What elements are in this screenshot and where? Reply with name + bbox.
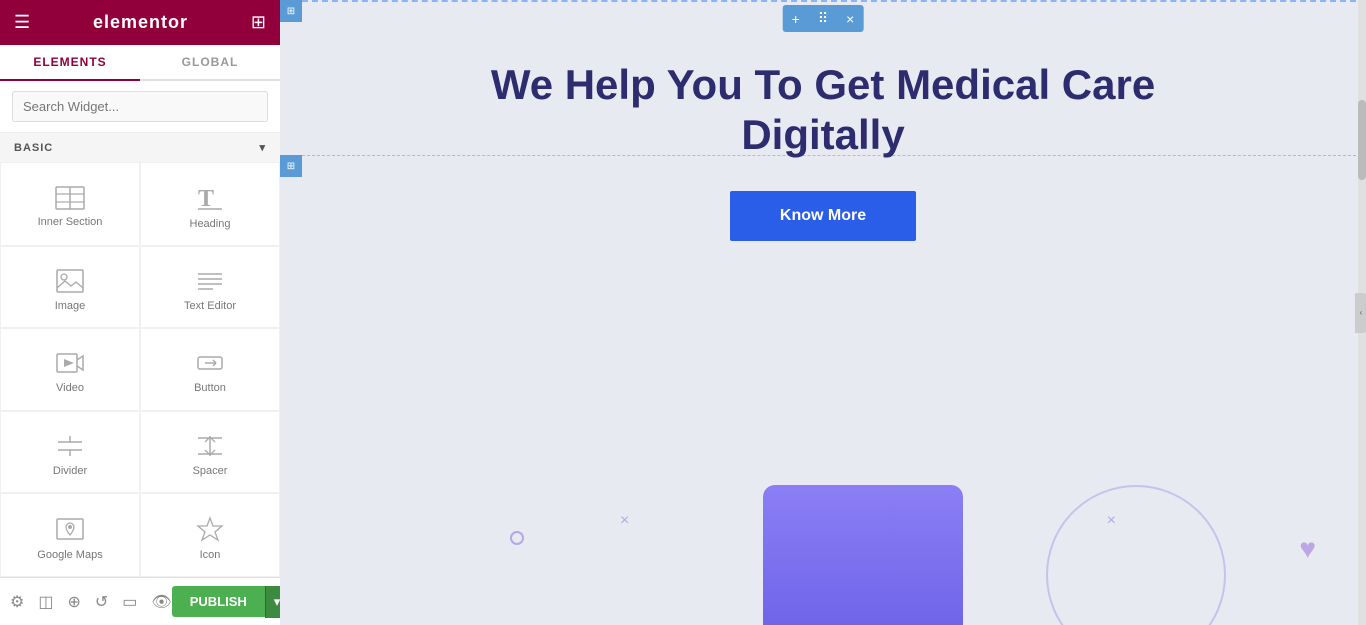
main-heading: We Help You To Get Medical Care Digitall… bbox=[473, 60, 1173, 161]
widget-video-label: Video bbox=[56, 382, 84, 394]
settings-icon[interactable]: ⚙ bbox=[10, 592, 24, 612]
tabs-bar: ELEMENTS GLOBAL bbox=[0, 45, 280, 81]
section-handle-icon: ⊞ bbox=[287, 6, 295, 17]
widget-divider[interactable]: Divider bbox=[0, 411, 140, 493]
widget-icon-label: Icon bbox=[200, 549, 221, 561]
bottom-icons: ⚙ ◫ ⊕ ↺ ▭ 👁 bbox=[10, 592, 172, 612]
main-canvas: + ⠿ × ⊞ ⊞ We Help You To Get Medical Car… bbox=[280, 0, 1366, 625]
section-handle-left: ⊞ bbox=[280, 0, 302, 22]
menu-icon[interactable]: ☰ bbox=[14, 12, 30, 33]
publish-group: PUBLISH ▾ bbox=[172, 586, 289, 618]
widget-text-editor[interactable]: Text Editor bbox=[140, 246, 280, 328]
drag-section-button[interactable]: ⠿ bbox=[809, 5, 837, 32]
section-basic-header[interactable]: BASIC ▾ bbox=[0, 133, 280, 162]
grid-icon[interactable]: ⊞ bbox=[251, 12, 266, 33]
widget-inner-section-label: Inner Section bbox=[38, 216, 103, 228]
widget-video[interactable]: Video bbox=[0, 328, 140, 410]
tab-elements[interactable]: ELEMENTS bbox=[0, 45, 140, 81]
responsive-icon[interactable]: ▭ bbox=[122, 592, 137, 612]
phone-illustration bbox=[763, 485, 963, 625]
add-icon[interactable]: ⊕ bbox=[67, 592, 80, 612]
collapse-icon: ‹ bbox=[1360, 308, 1363, 317]
eye-icon[interactable]: 👁 bbox=[151, 592, 171, 612]
video-icon bbox=[55, 350, 85, 376]
deco-cross-2: × bbox=[1107, 512, 1116, 530]
svg-text:T: T bbox=[198, 186, 214, 212]
button-icon bbox=[195, 350, 225, 376]
know-more-button[interactable]: Know More bbox=[730, 191, 916, 241]
image-icon bbox=[55, 268, 85, 294]
spacer-icon bbox=[195, 433, 225, 459]
tab-global[interactable]: GLOBAL bbox=[140, 45, 280, 81]
publish-button[interactable]: PUBLISH bbox=[172, 586, 265, 617]
layers-icon[interactable]: ◫ bbox=[38, 592, 53, 612]
top-bar: ☰ elementor ⊞ bbox=[0, 0, 280, 45]
deco-cross-1: × bbox=[620, 512, 629, 530]
map-icon bbox=[55, 515, 85, 543]
bottom-bar: ⚙ ◫ ⊕ ↺ ▭ 👁 PUBLISH ▾ bbox=[0, 577, 280, 625]
widget-image-label: Image bbox=[55, 300, 86, 312]
widget-spacer[interactable]: Spacer bbox=[140, 411, 280, 493]
scrollbar-thumb[interactable] bbox=[1358, 100, 1366, 180]
divider-icon bbox=[55, 433, 85, 459]
widgets-grid: Inner Section T Heading Image bbox=[0, 162, 280, 577]
add-section-button[interactable]: + bbox=[783, 6, 809, 32]
delete-section-button[interactable]: × bbox=[837, 6, 863, 32]
section-tools: + ⠿ × bbox=[783, 5, 864, 32]
search-input[interactable] bbox=[12, 91, 268, 122]
section-handle-mid-icon: ⊞ bbox=[287, 161, 295, 172]
search-container bbox=[0, 81, 280, 133]
widget-text-editor-label: Text Editor bbox=[184, 300, 236, 312]
widget-google-maps-label: Google Maps bbox=[37, 549, 102, 561]
heading-icon: T bbox=[195, 184, 225, 212]
widget-button-label: Button bbox=[194, 382, 226, 394]
inner-section-icon bbox=[55, 186, 85, 210]
widget-inner-section[interactable]: Inner Section bbox=[0, 162, 140, 246]
widget-heading-label: Heading bbox=[190, 218, 231, 230]
widget-google-maps[interactable]: Google Maps bbox=[0, 493, 140, 577]
text-editor-icon bbox=[195, 268, 225, 294]
left-panel: ☰ elementor ⊞ ELEMENTS GLOBAL BASIC ▾ bbox=[0, 0, 280, 625]
star-icon bbox=[195, 515, 225, 543]
widget-button[interactable]: Button bbox=[140, 328, 280, 410]
deco-heart: ♥ bbox=[1299, 533, 1316, 565]
collapse-handle[interactable]: ‹ bbox=[1355, 293, 1366, 333]
widget-divider-label: Divider bbox=[53, 465, 87, 477]
widget-heading[interactable]: T Heading bbox=[140, 162, 280, 246]
section-basic-label: BASIC bbox=[14, 142, 53, 154]
chevron-down-icon: ▾ bbox=[259, 141, 266, 154]
history-icon[interactable]: ↺ bbox=[95, 592, 108, 612]
app-title: elementor bbox=[93, 12, 188, 33]
widget-icon[interactable]: Icon bbox=[140, 493, 280, 577]
widget-image[interactable]: Image bbox=[0, 246, 140, 328]
deco-circle-small-1 bbox=[510, 531, 524, 545]
widget-spacer-label: Spacer bbox=[193, 465, 228, 477]
section-handle-mid: ⊞ bbox=[280, 155, 302, 177]
